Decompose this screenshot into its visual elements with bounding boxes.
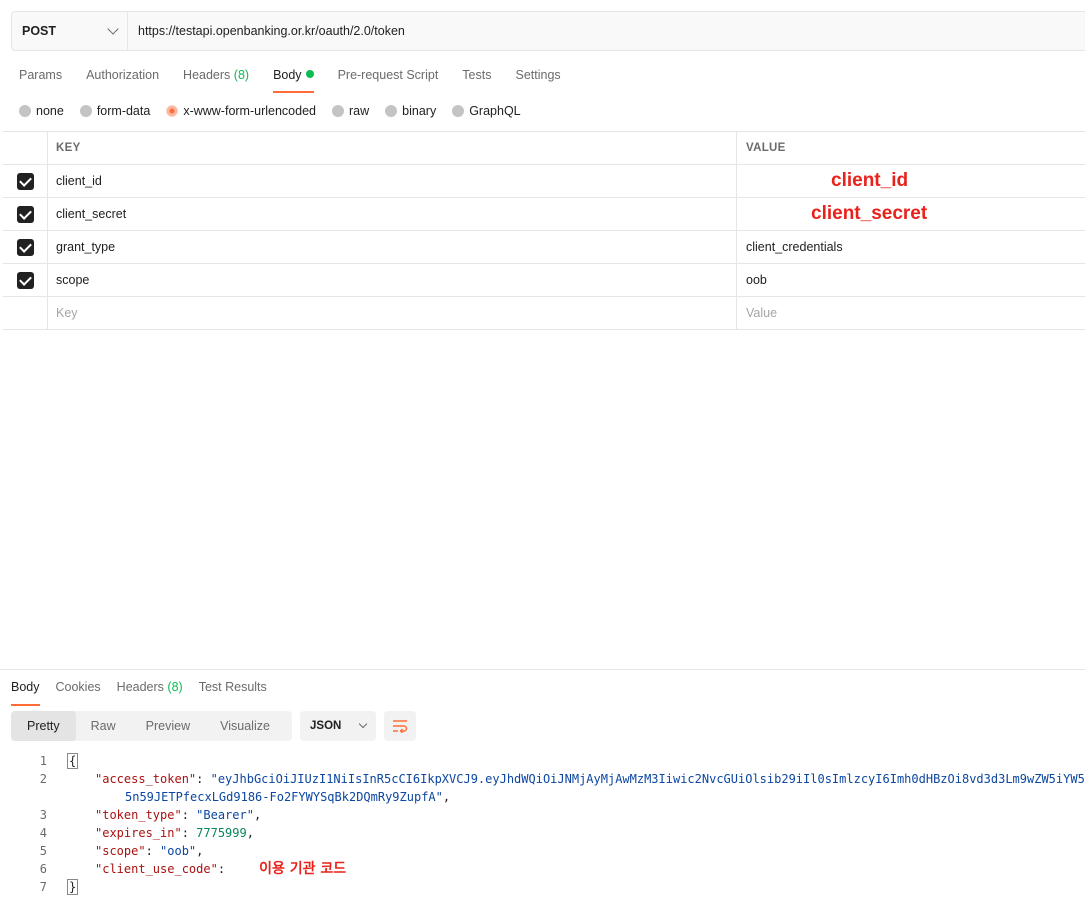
url-input[interactable]: https://testapi.openbanking.or.kr/oauth/…	[128, 12, 1085, 50]
tab-test-results[interactable]: Test Results	[199, 679, 267, 701]
tab-headers[interactable]: Headers (8)	[183, 67, 249, 89]
tab-cookies[interactable]: Cookies	[56, 679, 101, 701]
body-type-urlencoded[interactable]: x-www-form-urlencoded	[166, 104, 316, 118]
code-line: 2 "access_token": "eyJhbGciOiJIUzI1NiIsI…	[39, 772, 1085, 786]
row-checkbox[interactable]	[16, 238, 34, 256]
table-row-new: Key Value	[3, 297, 1085, 330]
wrap-lines-button[interactable]	[384, 711, 416, 741]
key-cell[interactable]: client_id	[48, 165, 737, 197]
key-cell[interactable]: scope	[48, 264, 737, 296]
request-bar: POST https://testapi.openbanking.or.kr/o…	[11, 11, 1085, 51]
value-annotation: client_id	[831, 170, 909, 191]
radio-selected-icon	[166, 105, 179, 117]
tab-body[interactable]: Body	[273, 67, 314, 93]
value-cell[interactable]: client_credentials	[737, 231, 1085, 263]
response-code[interactable]: 1 { 2 "access_token": "eyJhbGciOiJIUzI1N…	[0, 752, 1085, 896]
row-check-cell	[3, 231, 48, 263]
code-line: 4 "expires_in": 7775999,	[39, 826, 254, 840]
view-visualize-button[interactable]: Visualize	[205, 711, 285, 741]
body-type-form-data[interactable]: form-data	[79, 104, 150, 118]
row-check-cell	[3, 165, 48, 197]
code-line: 7 }	[39, 879, 79, 895]
body-type-raw[interactable]: raw	[332, 104, 369, 118]
format-label: JSON	[310, 720, 342, 732]
tab-pre-request-script[interactable]: Pre-request Script	[338, 67, 439, 89]
tab-response-body[interactable]: Body	[11, 679, 40, 706]
view-mode-group: Pretty Raw Preview Visualize	[11, 711, 292, 741]
chevron-down-icon	[358, 719, 368, 729]
key-header: KEY	[48, 132, 737, 164]
key-cell[interactable]: grant_type	[48, 231, 737, 263]
response-tabs: Body Cookies Headers (8) Test Results	[11, 679, 283, 706]
row-check-cell	[3, 264, 48, 296]
value-cell[interactable]: oob	[737, 264, 1085, 296]
headers-count: (8)	[233, 68, 250, 82]
table-header: KEY VALUE	[3, 132, 1085, 165]
active-dot-icon	[305, 70, 314, 78]
method-select[interactable]: POST	[12, 12, 128, 50]
value-cell[interactable]: client_id	[737, 165, 1085, 197]
radio-icon	[79, 105, 92, 117]
table-row: client_secret client_secret	[3, 198, 1085, 231]
client-use-code-annotation: 이용 기관 코드	[259, 861, 347, 877]
body-type-selector: none form-data x-www-form-urlencoded raw…	[19, 103, 537, 119]
format-select[interactable]: JSON	[300, 711, 376, 741]
body-type-binary[interactable]: binary	[385, 104, 436, 118]
tab-settings[interactable]: Settings	[515, 67, 560, 89]
value-annotation: client_secret	[811, 203, 928, 224]
radio-icon	[332, 105, 344, 117]
radio-icon	[385, 105, 398, 117]
table-row: scope oob	[3, 264, 1085, 297]
key-cell[interactable]: client_secret	[48, 198, 737, 230]
value-header: VALUE	[746, 142, 786, 154]
new-key-input[interactable]: Key	[48, 297, 737, 329]
row-check-cell	[3, 297, 48, 329]
radio-icon	[19, 105, 31, 117]
url-text: https://testapi.openbanking.or.kr/oauth/…	[138, 24, 405, 38]
tab-authorization[interactable]: Authorization	[86, 67, 159, 89]
code-line: 3 "token_type": "Bearer",	[39, 808, 262, 822]
row-check-cell	[3, 198, 48, 230]
request-tabs: Params Authorization Headers (8) Body Pr…	[19, 67, 585, 93]
key-value-table: KEY VALUE client_id client_id client_sec…	[3, 131, 1085, 330]
body-type-none[interactable]: none	[19, 104, 64, 118]
body-type-graphql[interactable]: GraphQL	[452, 104, 521, 118]
value-cell[interactable]: client_secret	[737, 198, 1085, 230]
method-label: POST	[22, 24, 57, 38]
radio-icon	[452, 105, 465, 117]
view-preview-button[interactable]: Preview	[131, 711, 205, 741]
new-value-input[interactable]: Value	[737, 297, 1085, 329]
table-row: client_id client_id	[3, 165, 1085, 198]
code-line: 5 "scope": "oob",	[39, 844, 204, 858]
tab-tests[interactable]: Tests	[462, 67, 491, 89]
response-headers-count: (8)	[167, 680, 183, 694]
code-line: 1 {	[39, 753, 79, 769]
header-check-cell	[3, 132, 48, 164]
code-line: 6 "client_use_code": 이용 기관 코드	[39, 861, 347, 877]
table-row: grant_type client_credentials	[3, 231, 1085, 264]
view-pretty-button[interactable]: Pretty	[11, 711, 76, 741]
pane-divider[interactable]	[0, 669, 1085, 670]
row-checkbox[interactable]	[16, 205, 34, 223]
view-raw-button[interactable]: Raw	[76, 711, 131, 741]
row-checkbox[interactable]	[16, 271, 34, 289]
tab-response-headers[interactable]: Headers (8)	[117, 679, 183, 701]
chevron-down-icon	[107, 23, 119, 35]
tab-params[interactable]: Params	[19, 67, 62, 89]
code-line-wrap: 5n59JETPfecxLGd9186-Fo2FYWYSqBk2DQmRy9Zu…	[125, 790, 451, 804]
wrap-lines-icon	[393, 720, 408, 733]
row-checkbox[interactable]	[16, 172, 34, 190]
